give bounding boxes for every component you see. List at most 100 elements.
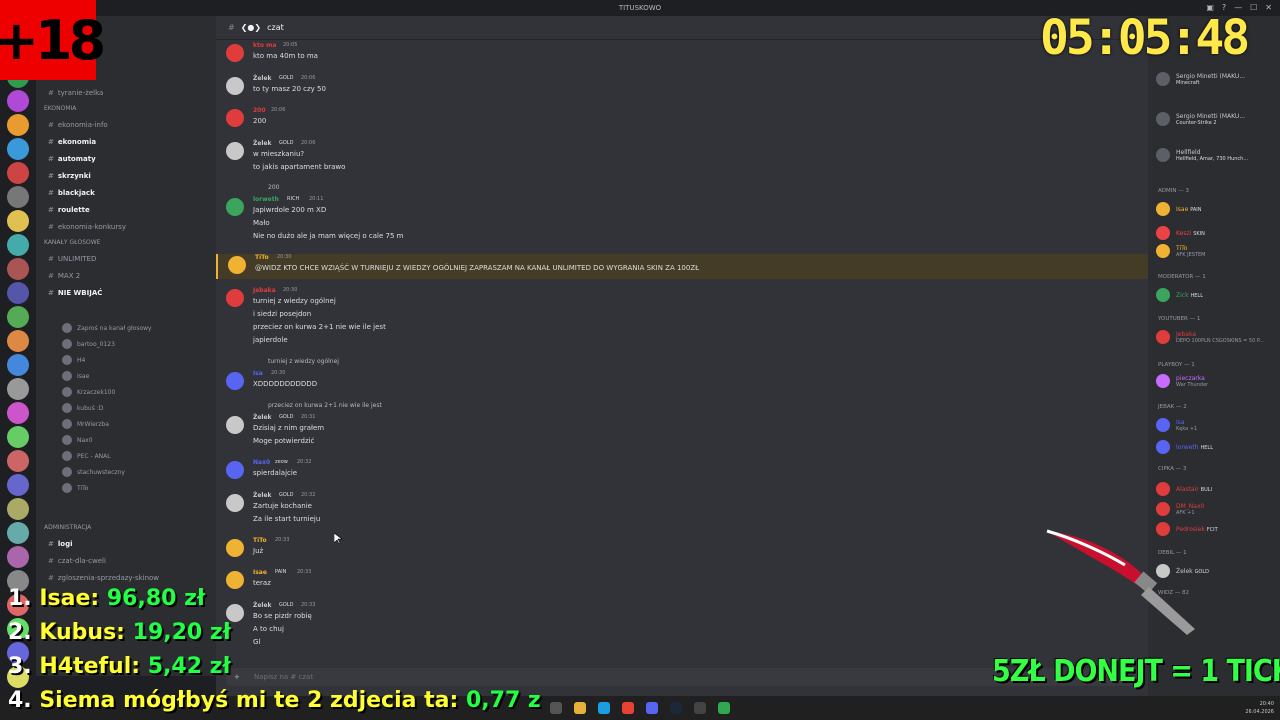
channel-item[interactable]: # automaty [36, 150, 216, 167]
message-author[interactable]: Żelek [253, 492, 272, 499]
channel-category[interactable]: KANAŁY GŁOSOWE [36, 235, 216, 250]
avatar[interactable] [226, 198, 244, 216]
server-icon[interactable] [7, 546, 29, 568]
avatar[interactable] [226, 461, 244, 479]
message-author[interactable]: Żelek [253, 414, 272, 421]
search-icon[interactable] [550, 702, 562, 714]
avatar[interactable] [226, 44, 244, 62]
channel-item[interactable]: # roulette [36, 201, 216, 218]
voice-user[interactable]: Nax0 [36, 432, 216, 448]
channel-item[interactable]: # ekonomia-info [36, 116, 216, 133]
system-clock[interactable]: 20:40 26.04.2026 [1245, 700, 1274, 716]
channel-item[interactable]: # logi [36, 535, 216, 552]
server-icon[interactable] [7, 474, 29, 496]
maximize-icon[interactable]: ☐ [1250, 3, 1257, 12]
message-author[interactable]: Isa [253, 370, 263, 377]
app-icon[interactable] [718, 702, 730, 714]
server-icon[interactable] [7, 450, 29, 472]
reply-preview[interactable]: turniej z wiedzy ogólnej [268, 358, 339, 365]
obs-icon[interactable] [694, 702, 706, 714]
server-icon[interactable] [7, 306, 29, 328]
server-icon[interactable] [7, 258, 29, 280]
voice-user[interactable]: Krzaczek100 [36, 384, 216, 400]
member-activity[interactable]: Sergio Minetti (MAKU... Minecraft [1156, 72, 1245, 86]
server-icon[interactable] [7, 114, 29, 136]
channel-item[interactable]: # skrzynki [36, 167, 216, 184]
server-icon[interactable] [7, 282, 29, 304]
message-author[interactable]: Isae [253, 569, 267, 576]
server-icon[interactable] [7, 354, 29, 376]
channel-item[interactable]: # NIE WBIJAĆ [36, 284, 216, 301]
chrome-icon[interactable] [622, 702, 634, 714]
explorer-icon[interactable] [574, 702, 586, 714]
server-icon[interactable] [7, 186, 29, 208]
member-item[interactable]: Jebaka DEPO 100PLN CSGOSKINS = 50 P... [1156, 330, 1264, 344]
message-author[interactable]: TiTo [253, 537, 267, 544]
voice-user[interactable]: bartoo_0123 [36, 336, 216, 352]
avatar[interactable] [226, 372, 244, 390]
avatar[interactable] [226, 77, 244, 95]
channel-category[interactable]: EKONOMIA [36, 101, 216, 116]
avatar[interactable] [226, 109, 244, 127]
member-item[interactable]: DM_Nax0 AFK +1 [1156, 502, 1204, 516]
avatar[interactable] [226, 289, 244, 307]
category-admin[interactable]: ADMINISTRACJA [36, 520, 216, 535]
member-item[interactable]: Isa Kęka +1 [1156, 418, 1197, 432]
voice-user[interactable]: Isae [36, 368, 216, 384]
voice-user[interactable]: stachuwsteczny [36, 464, 216, 480]
message-author[interactable]: Nax0 [253, 459, 270, 466]
message-author[interactable]: lorweth [253, 196, 279, 203]
server-icon[interactable] [7, 162, 29, 184]
message-author[interactable]: TiTo [255, 254, 269, 261]
member-item[interactable]: Isae PAIN [1156, 202, 1202, 216]
avatar[interactable] [226, 571, 244, 589]
voice-user[interactable]: kubuś :D [36, 400, 216, 416]
member-item[interactable]: pieczarka War Thunder [1156, 374, 1208, 388]
avatar[interactable] [226, 416, 244, 434]
channel-item[interactable]: # tyranie-żelka [36, 84, 216, 101]
channel-item[interactable]: # MAX 2 [36, 267, 216, 284]
steam-icon[interactable] [670, 702, 682, 714]
message-author[interactable]: Jebaka [253, 287, 276, 294]
message-author[interactable]: Żelek [253, 75, 272, 82]
discord-icon[interactable] [646, 702, 658, 714]
channel-item[interactable]: # zgloszenia-sprzedazy-skinow [36, 569, 216, 586]
message-author[interactable]: 200 [253, 107, 266, 114]
thread-icon[interactable]: ❮●❯ [241, 23, 261, 32]
message-author[interactable]: kto ma [253, 42, 276, 49]
channel-item[interactable]: # blackjack [36, 184, 216, 201]
add-icon[interactable]: + [234, 673, 240, 681]
close-icon[interactable]: ✕ [1265, 3, 1272, 12]
voice-user[interactable]: TiTo [36, 480, 216, 496]
member-item[interactable]: lorweth HELL [1156, 440, 1213, 454]
server-icon[interactable] [7, 498, 29, 520]
reply-preview[interactable]: 200 [268, 184, 279, 191]
voice-user[interactable]: H4 [36, 352, 216, 368]
message-author[interactable]: Żelek [253, 140, 272, 147]
member-item[interactable]: TiTo AFK JESTEM [1156, 244, 1206, 258]
member-item[interactable]: Keszi SKIN [1156, 226, 1205, 240]
member-item[interactable]: Alastair BULI [1156, 482, 1212, 496]
member-item[interactable]: Zick HELL [1156, 288, 1203, 302]
server-icon[interactable] [7, 378, 29, 400]
server-icon[interactable] [7, 138, 29, 160]
avatar[interactable] [226, 494, 244, 512]
member-activity[interactable]: Sergio Minetti (MAKU... Counter-Strike 2 [1156, 112, 1245, 126]
server-icon[interactable] [7, 426, 29, 448]
server-icon[interactable] [7, 330, 29, 352]
channel-item[interactable]: # czat-dla-cweli [36, 552, 216, 569]
server-icon[interactable] [7, 90, 29, 112]
channel-item[interactable]: # ekonomia-konkursy [36, 218, 216, 235]
avatar[interactable] [228, 256, 246, 274]
edge-icon[interactable] [598, 702, 610, 714]
message-author[interactable]: Żelek [253, 602, 272, 609]
voice-user[interactable]: Zaproś na kanał głosowy [36, 320, 216, 336]
server-icon[interactable] [7, 402, 29, 424]
channel-item[interactable]: # ekonomia [36, 133, 216, 150]
server-icon[interactable] [7, 210, 29, 232]
avatar[interactable] [226, 539, 244, 557]
voice-user[interactable]: MrWierzba [36, 416, 216, 432]
voice-user[interactable]: PEC - ANAL [36, 448, 216, 464]
server-icon[interactable] [7, 234, 29, 256]
server-icon[interactable] [7, 522, 29, 544]
